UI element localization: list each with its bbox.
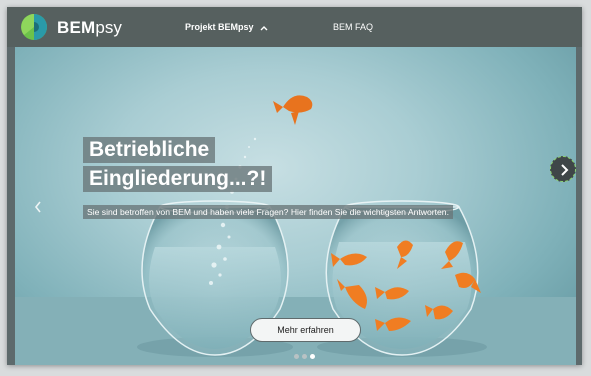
hero-subtitle: Sie sind betroffen von BEM und haben vie… (83, 205, 453, 219)
browser-frame: BEMpsy Projekt BEMpsy BEM FAQ Betrieblic… (7, 7, 582, 365)
hero-title-line1: Betriebliche (83, 137, 216, 163)
chevron-right-icon (561, 164, 569, 176)
nav-item-faq-label: BEM FAQ (333, 22, 374, 32)
brand-name-bold: BEM (57, 18, 96, 37)
nav-item-projekt[interactable]: Projekt BEMpsy (185, 21, 268, 33)
carousel-dot-1[interactable] (294, 354, 299, 359)
bempsy-logo-icon[interactable] (21, 14, 47, 40)
nav-item-projekt-label: Projekt BEMpsy (185, 22, 254, 32)
carousel-prev-button[interactable] (33, 200, 43, 219)
mehr-erfahren-button[interactable]: Mehr erfahren (250, 318, 361, 342)
carousel-dot-3-active[interactable] (310, 354, 315, 359)
top-navbar: BEMpsy Projekt BEMpsy BEM FAQ (7, 7, 582, 47)
chevron-left-icon (34, 201, 41, 213)
carousel-dot-2[interactable] (302, 354, 307, 359)
chevron-up-icon (260, 26, 268, 31)
nav-item-faq[interactable]: BEM FAQ (333, 21, 373, 33)
hero-title-line2: Eingliederung...?! (83, 166, 273, 192)
brand-name[interactable]: BEMpsy (57, 18, 122, 38)
brand-name-light: psy (95, 18, 122, 37)
carousel-next-button[interactable] (550, 156, 576, 182)
hero-carousel: Betriebliche Eingliederung...?! Sie sind… (15, 47, 576, 365)
